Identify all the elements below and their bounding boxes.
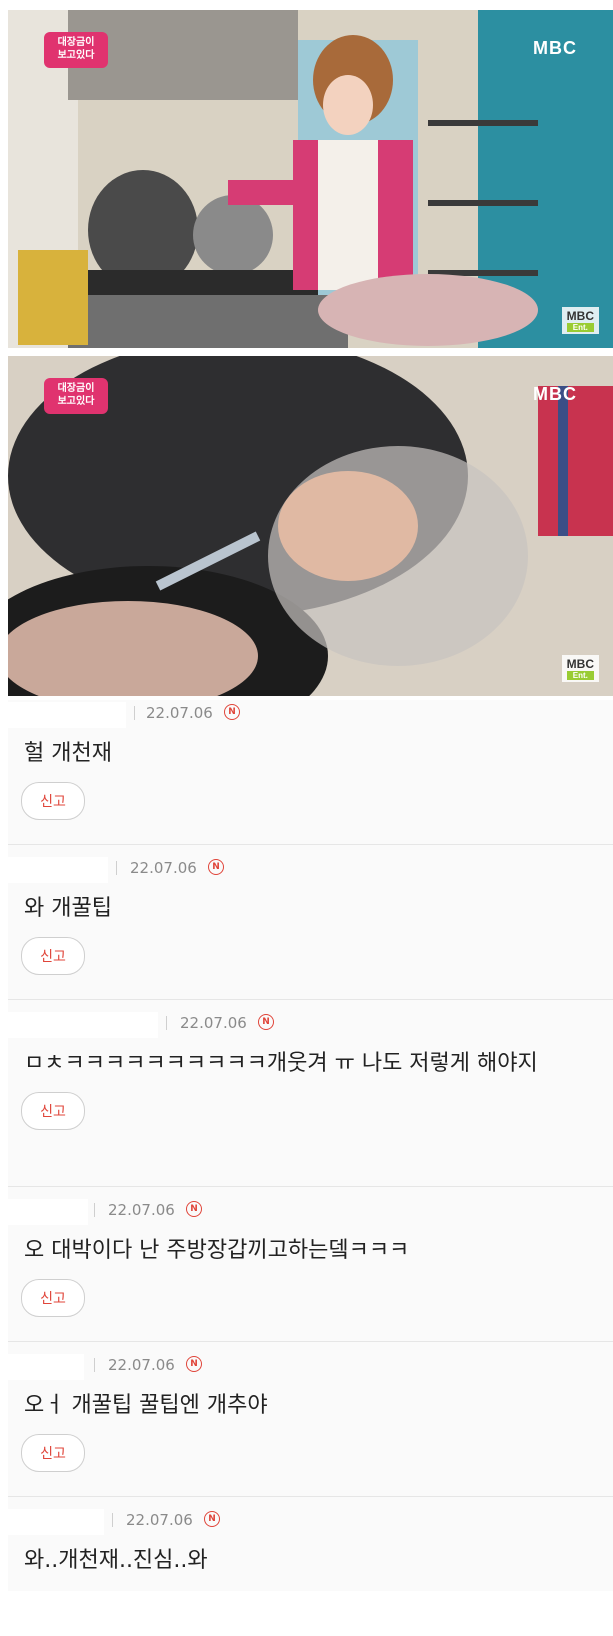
- comment-text: 오ㅓ 개꿀팁 꿀팁엔 개추야: [24, 1393, 268, 1418]
- comment-item: 22.07.06 N 와..개천재..진심..와: [8, 1497, 613, 1591]
- show-logo: 대장금이 보고있다: [44, 378, 108, 414]
- report-button[interactable]: 신고: [21, 1434, 85, 1472]
- comment-item: 22.07.06 N 와 개꿀팁 신고: [8, 845, 613, 1000]
- broadcaster-logo: MBC: [533, 38, 577, 58]
- corner-logo: MBC Ent.: [561, 307, 599, 334]
- comment-list: 22.07.06 N 헐 개천재 신고 22.07.06 N 와 개꿀팁 신고 …: [8, 700, 613, 1591]
- new-badge-icon: N: [186, 1201, 202, 1217]
- divider: [166, 1016, 167, 1030]
- comment-date: 22.07.06: [180, 1014, 247, 1032]
- comment-date: 22.07.06: [108, 1356, 175, 1374]
- new-badge-icon: N: [224, 704, 240, 720]
- username-redacted: [8, 1509, 104, 1535]
- new-badge-icon: N: [208, 859, 224, 875]
- report-button[interactable]: 신고: [21, 1092, 85, 1130]
- comment-header: 22.07.06 N: [8, 1497, 613, 1537]
- divider: [134, 706, 135, 720]
- show-logo: 대장금이 보고있다: [44, 32, 108, 68]
- comment-header: 22.07.06 N: [8, 1187, 613, 1227]
- comment-header: 22.07.06 N: [8, 700, 613, 730]
- broadcaster-logo: MBC: [533, 384, 577, 404]
- corner-logo-text: MBC: [566, 309, 594, 323]
- report-button[interactable]: 신고: [21, 937, 85, 975]
- comment-date: 22.07.06: [130, 859, 197, 877]
- new-badge-icon: N: [258, 1014, 274, 1030]
- video-frame-kitchen: 대장금이 보고있다 MBC MBC Ent.: [8, 10, 613, 348]
- username-redacted: [8, 702, 126, 728]
- new-badge-icon: N: [186, 1356, 202, 1372]
- comment-header: 22.07.06 N: [8, 845, 613, 885]
- video-frame-closeup: 대장금이 보고있다 MBC MBC Ent.: [8, 356, 613, 696]
- divider: [112, 1513, 113, 1527]
- username-redacted: [8, 1354, 84, 1380]
- corner-logo: MBC Ent.: [561, 655, 599, 682]
- username-redacted: [8, 1199, 88, 1225]
- report-button[interactable]: 신고: [21, 782, 85, 820]
- report-button[interactable]: 신고: [21, 1279, 85, 1317]
- comment-date: 22.07.06: [146, 704, 213, 722]
- divider: [94, 1203, 95, 1217]
- new-badge-icon: N: [204, 1511, 220, 1527]
- comment-header: 22.07.06 N: [8, 1342, 613, 1382]
- divider: [94, 1358, 95, 1372]
- comment-text: 오 대박이다 난 주방장갑끼고하는뎈ㅋㅋㅋ: [24, 1238, 410, 1263]
- comment-date: 22.07.06: [108, 1201, 175, 1219]
- username-redacted: [8, 1012, 158, 1038]
- corner-logo-sub: Ent.: [566, 671, 594, 680]
- comment-item: 22.07.06 N ㅁㅊㅋㅋㅋㅋㅋㅋㅋㅋㅋㅋ개웃겨 ㅠ 나도 저렇게 해야지 …: [8, 1000, 613, 1187]
- corner-logo-sub: Ent.: [566, 323, 594, 332]
- comment-text: ㅁㅊㅋㅋㅋㅋㅋㅋㅋㅋㅋㅋ개웃겨 ㅠ 나도 저렇게 해야지: [24, 1051, 538, 1076]
- divider: [116, 861, 117, 875]
- comment-text: 와 개꿀팁: [24, 896, 112, 921]
- comment-item: 22.07.06 N 헐 개천재 신고: [8, 700, 613, 845]
- comment-text: 헐 개천재: [24, 741, 112, 766]
- comment-header: 22.07.06 N: [8, 1000, 613, 1040]
- username-redacted: [8, 857, 108, 883]
- comment-date: 22.07.06: [126, 1511, 193, 1529]
- comment-item: 22.07.06 N 오 대박이다 난 주방장갑끼고하는뎈ㅋㅋㅋ 신고: [8, 1187, 613, 1342]
- comment-text: 와..개천재..진심..와: [24, 1548, 208, 1573]
- comment-item: 22.07.06 N 오ㅓ 개꿀팁 꿀팁엔 개추야 신고: [8, 1342, 613, 1497]
- corner-logo-text: MBC: [566, 657, 594, 671]
